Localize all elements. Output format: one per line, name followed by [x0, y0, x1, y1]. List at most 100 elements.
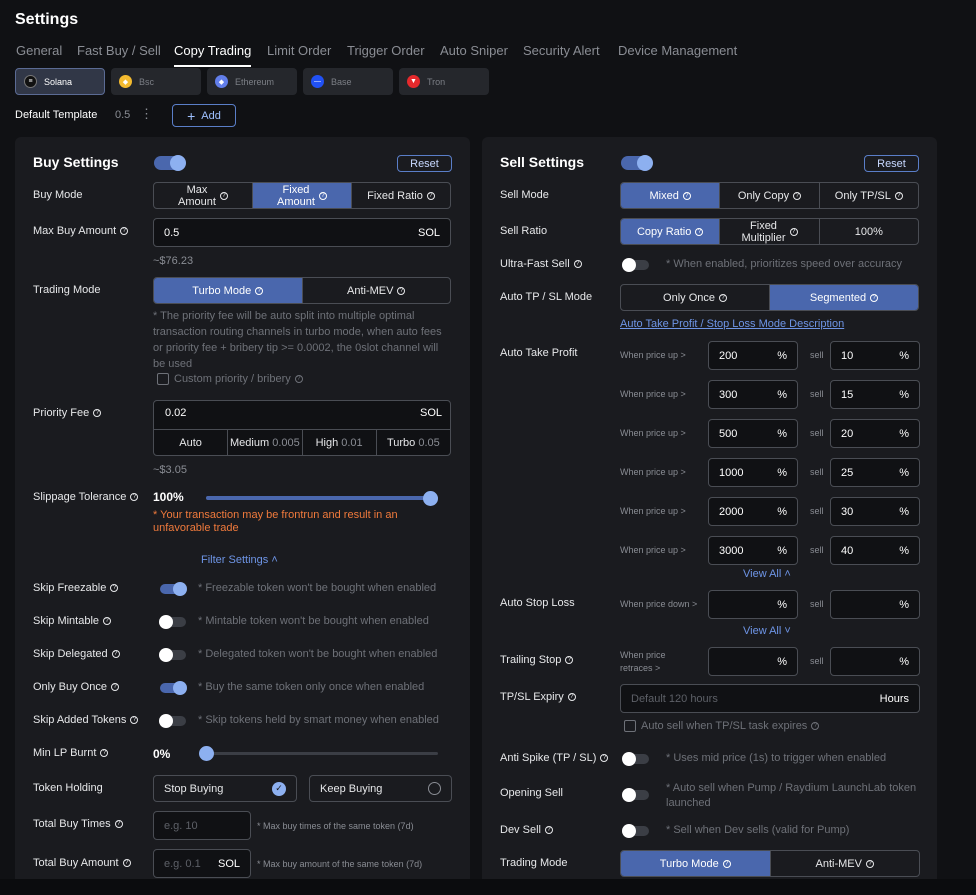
- sl-sell-input[interactable]: %: [830, 590, 920, 619]
- level-value: 0.005: [272, 436, 300, 449]
- custom-priority-checkbox[interactable]: Custom priority / bribery?: [157, 373, 303, 386]
- chain-bsc[interactable]: ◆ Bsc: [111, 68, 201, 95]
- sell-ratio-fixed-multiplier[interactable]: Fixed Multiplier?: [720, 219, 820, 244]
- slippage-slider[interactable]: [206, 496, 438, 500]
- sell-ratio-copy[interactable]: Copy Ratio?: [621, 219, 721, 244]
- skip-delegated-toggle[interactable]: [159, 648, 186, 662]
- sell-mode-only-tpsl[interactable]: Only TP/SL?: [820, 183, 918, 208]
- opening-sell-toggle[interactable]: [622, 788, 649, 802]
- help-icon: ?: [111, 650, 120, 659]
- tp-sell-input[interactable]: 20%: [830, 419, 920, 448]
- sl-when-label: When price down >: [620, 599, 698, 609]
- total-buy-times-input[interactable]: e.g. 10: [153, 811, 251, 840]
- tp-price-input[interactable]: 2000%: [708, 497, 798, 526]
- max-buy-input[interactable]: 0.5 SOL: [153, 218, 451, 247]
- tp-sell-input[interactable]: 25%: [830, 458, 920, 487]
- tab-general[interactable]: General: [16, 43, 62, 58]
- trailing-price-input[interactable]: %: [708, 647, 798, 676]
- skip-mintable-toggle[interactable]: [159, 615, 186, 629]
- label-text: Min LP Burnt: [33, 747, 97, 759]
- buy-mode-fixed-ratio[interactable]: Fixed Ratio?: [352, 183, 450, 208]
- priority-fee-input[interactable]: 0.02: [165, 407, 186, 419]
- tp-price-input[interactable]: 500%: [708, 419, 798, 448]
- buy-reset-button[interactable]: Reset: [397, 155, 452, 172]
- tp-sell-input[interactable]: 30%: [830, 497, 920, 526]
- chain-tron[interactable]: ▼ Tron: [399, 68, 489, 95]
- chain-label: Solana: [44, 76, 73, 87]
- tpsl-segmented[interactable]: Segmented?: [770, 285, 918, 310]
- auto-sell-expire-checkbox[interactable]: Auto sell when TP/SL task expires?: [624, 720, 820, 733]
- tab-auto-sniper[interactable]: Auto Sniper: [440, 43, 508, 58]
- tab-copy-trading[interactable]: Copy Trading: [174, 43, 251, 58]
- dev-sell-toggle[interactable]: [622, 824, 649, 838]
- sell-mode-mixed[interactable]: Mixed?: [621, 183, 721, 208]
- total-buy-amount-input[interactable]: e.g. 0.1 SOL: [153, 849, 251, 878]
- fee-level-auto[interactable]: Auto: [154, 430, 229, 455]
- buy-anti-mev-option[interactable]: Anti-MEV?: [303, 278, 451, 303]
- tab-limit-order[interactable]: Limit Order: [267, 43, 331, 58]
- option-label: Keep Buying: [320, 782, 383, 795]
- sell-reset-button[interactable]: Reset: [864, 155, 919, 172]
- skip-freezable-toggle[interactable]: [160, 582, 187, 596]
- stop-buying-option[interactable]: Stop Buying ✓: [153, 775, 297, 802]
- tab-trigger-order[interactable]: Trigger Order: [347, 43, 425, 58]
- chain-ethereum[interactable]: ◆ Ethereum: [207, 68, 297, 95]
- help-icon: ?: [318, 191, 327, 200]
- tp-price-input[interactable]: 200%: [708, 341, 798, 370]
- min-lp-slider-handle[interactable]: [199, 746, 214, 761]
- sell-enabled-toggle[interactable]: [621, 155, 653, 171]
- opening-sell-label: Opening Sell: [500, 787, 563, 799]
- add-template-button[interactable]: + Add: [172, 104, 236, 127]
- tpsl-description-link[interactable]: Auto Take Profit / Stop Loss Mode Descri…: [620, 318, 844, 330]
- label-text: Total Buy Amount: [33, 857, 119, 869]
- anti-spike-note: * Uses mid price (1s) to trigger when en…: [666, 752, 887, 764]
- anti-spike-toggle[interactable]: [622, 752, 649, 766]
- input-value: 300: [719, 388, 738, 401]
- tpsl-only-once[interactable]: Only Once?: [621, 285, 770, 310]
- chain-solana[interactable]: ≡ Solana: [15, 68, 105, 95]
- sell-mode-label: Sell Mode: [500, 189, 549, 201]
- opening-sell-note: * Auto sell when Pump / Raydium LaunchLa…: [666, 782, 917, 809]
- total-buy-times-note: * Max buy times of the same token (7d): [257, 821, 414, 831]
- auto-take-profit-label: Auto Take Profit: [500, 347, 578, 359]
- buy-enabled-toggle[interactable]: [154, 155, 186, 171]
- trailing-sell-input[interactable]: %: [830, 647, 920, 676]
- fee-level-turbo[interactable]: Turbo 0.05: [377, 430, 450, 455]
- level-name: Auto: [179, 436, 202, 449]
- sell-turbo-mode-option[interactable]: Turbo Mode?: [621, 851, 771, 876]
- sell-ratio-100[interactable]: 100%: [820, 219, 918, 244]
- sl-price-input[interactable]: %: [708, 590, 798, 619]
- help-icon: ?: [789, 227, 798, 236]
- fee-level-medium[interactable]: Medium 0.005: [228, 430, 303, 455]
- keep-buying-option[interactable]: Keep Buying: [309, 775, 452, 802]
- tab-device-management[interactable]: Device Management: [618, 43, 737, 58]
- tab-fast-buy-sell[interactable]: Fast Buy / Sell: [77, 43, 161, 58]
- dev-sell-label: Dev Sell?: [500, 824, 553, 836]
- ultra-fast-toggle[interactable]: [622, 258, 649, 272]
- buy-mode-fixed-amount[interactable]: Fixed Amount?: [253, 183, 352, 208]
- tp-view-all[interactable]: View All ˄: [743, 568, 791, 580]
- chain-base[interactable]: — Base: [303, 68, 393, 95]
- sell-anti-mev-option[interactable]: Anti-MEV?: [771, 851, 920, 876]
- tp-price-input[interactable]: 1000%: [708, 458, 798, 487]
- help-icon: ?: [114, 820, 123, 829]
- buy-mode-max-amount[interactable]: Max Amount?: [154, 183, 253, 208]
- tab-security-alert[interactable]: Security Alert: [523, 43, 600, 58]
- tp-sell-input[interactable]: 10%: [830, 341, 920, 370]
- slippage-slider-handle[interactable]: [423, 491, 438, 506]
- tp-price-input[interactable]: 300%: [708, 380, 798, 409]
- tp-sell-input[interactable]: 15%: [830, 380, 920, 409]
- tp-sell-input[interactable]: 40%: [830, 536, 920, 565]
- sl-view-all[interactable]: View All ˅: [743, 625, 791, 637]
- sell-mode-only-copy[interactable]: Only Copy?: [720, 183, 820, 208]
- buy-turbo-mode-option[interactable]: Turbo Mode?: [154, 278, 303, 303]
- only-buy-once-toggle[interactable]: [160, 681, 187, 695]
- tpsl-expiry-input[interactable]: Default 120 hours Hours: [620, 684, 920, 713]
- skip-added-tokens-toggle[interactable]: [159, 714, 186, 728]
- min-lp-slider[interactable]: [206, 752, 438, 755]
- fee-level-high[interactable]: High 0.01: [303, 430, 377, 455]
- more-icon[interactable]: ⋮: [140, 106, 153, 122]
- skip-added-tokens-note: * Skip tokens held by smart money when e…: [198, 714, 439, 726]
- filter-settings-toggle[interactable]: Filter Settings ˄: [201, 554, 278, 566]
- tp-price-input[interactable]: 3000%: [708, 536, 798, 565]
